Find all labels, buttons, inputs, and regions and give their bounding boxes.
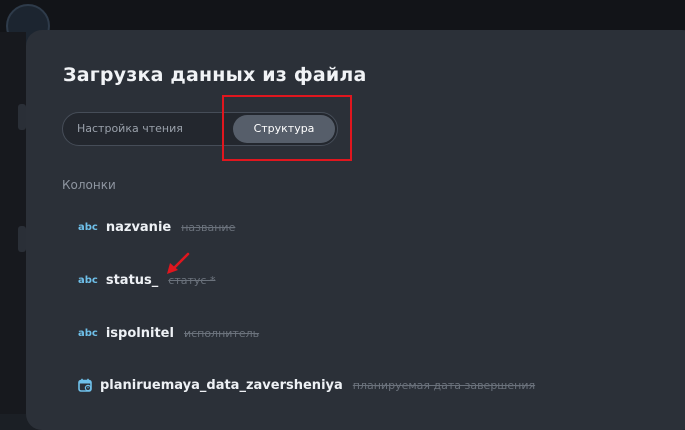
background-sidebar (0, 32, 26, 414)
column-alias: статус * (168, 273, 216, 287)
column-row[interactable]: abc nazvanie название (78, 216, 235, 238)
column-alias: планируемая дата завершения (352, 378, 536, 392)
tab-read-settings[interactable]: Настройка чтения (77, 115, 183, 143)
import-data-modal: Загрузка данных из файла Настройка чтени… (26, 30, 685, 430)
annotation-highlight-box (222, 95, 352, 161)
column-row[interactable]: planiruemaya_data_zaversheniya планируем… (78, 374, 535, 396)
column-name: planiruemaya_data_zaversheniya (100, 377, 343, 393)
column-alias: название (181, 220, 236, 234)
text-type-icon: abc (78, 327, 98, 339)
column-name: nazvanie (105, 219, 172, 235)
column-row[interactable]: abc status_ статус * (78, 269, 215, 291)
column-alias: исполнитель (183, 326, 260, 340)
text-type-icon: abc (78, 274, 98, 286)
column-row[interactable]: abc ispolnitel исполнитель (78, 322, 259, 344)
background-sidebar-item (18, 226, 26, 252)
text-type-icon: abc (78, 221, 98, 233)
background-topbar (0, 0, 685, 32)
background-sidebar-item (18, 104, 26, 130)
modal-title: Загрузка данных из файла (63, 64, 367, 86)
columns-section-label: Колонки (62, 178, 116, 192)
column-name: ispolnitel (105, 325, 174, 341)
calendar-icon (78, 378, 92, 392)
column-name: status_ (105, 272, 159, 288)
